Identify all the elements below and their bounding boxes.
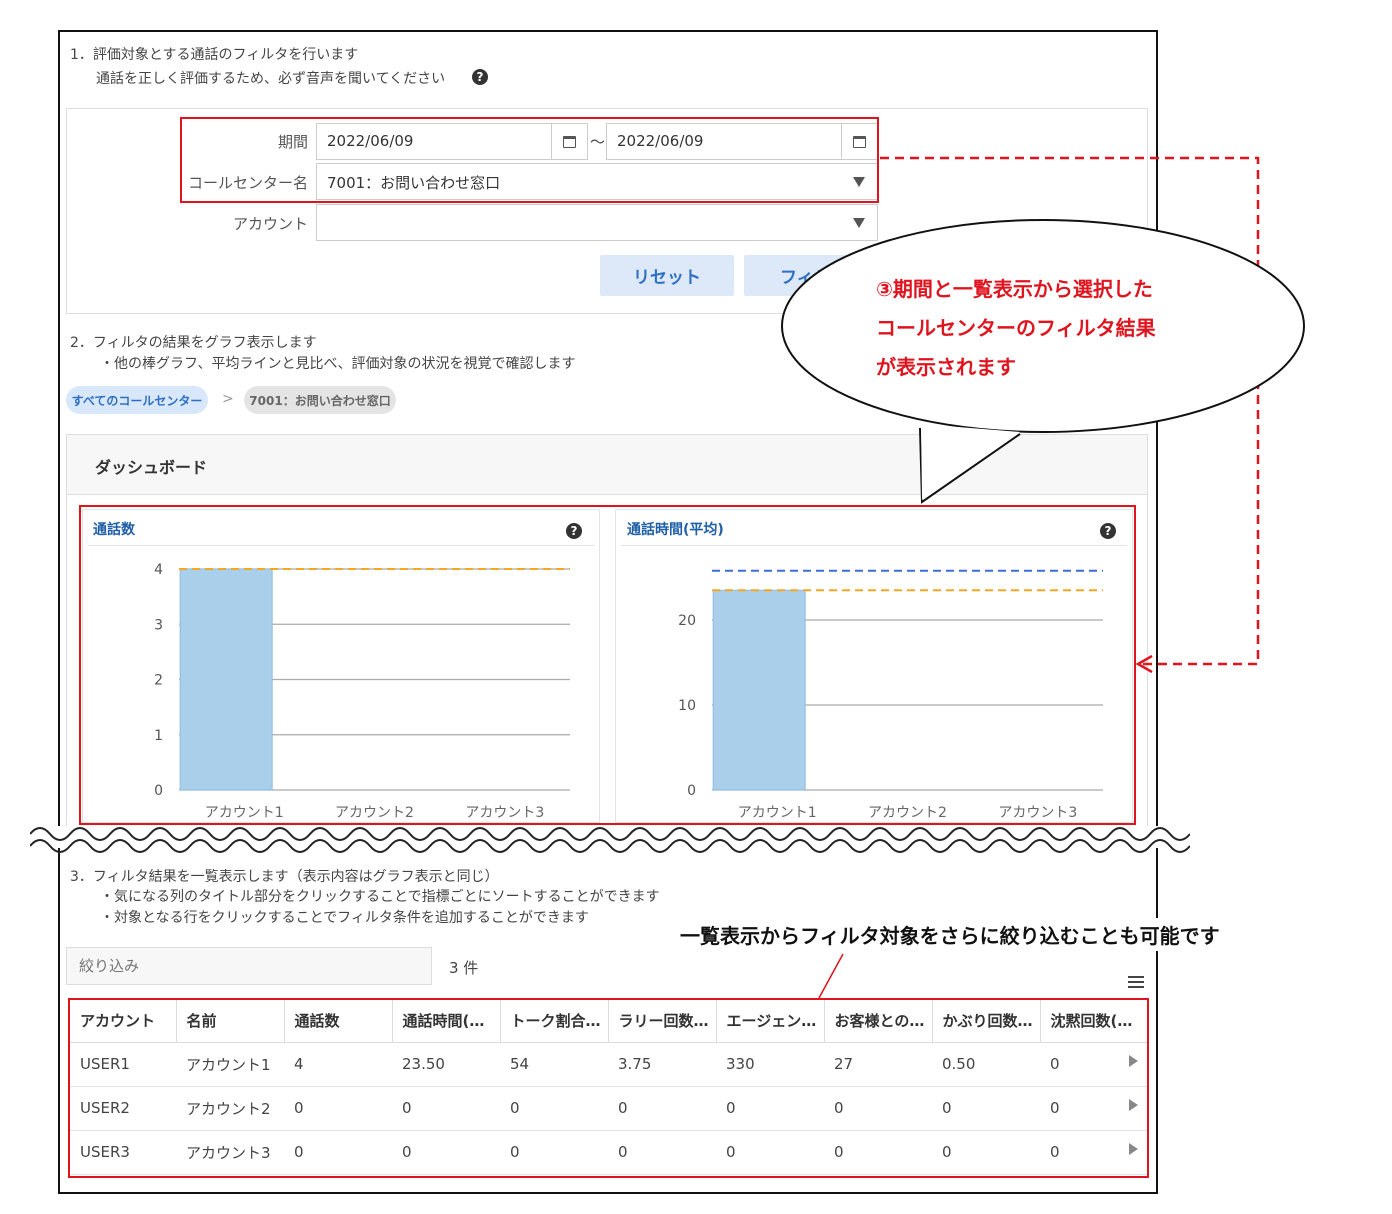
search-input[interactable] [66, 947, 432, 985]
callout-line2: コールセンターのフィルタ結果 [876, 316, 1156, 340]
column-menu-icon[interactable] [1128, 976, 1144, 988]
section3-note2: ・対象となる行をクリックすることでフィルタ条件を追加することができます [100, 910, 589, 926]
reset-button[interactable]: リセット [600, 255, 734, 296]
section2-title: 2．フィルタの結果をグラフ表示します [70, 335, 317, 351]
section1-title: 1．評価対象とする通話のフィルタを行います [70, 47, 359, 63]
page-break-wave [30, 826, 1190, 853]
help-icon[interactable]: ? [472, 69, 488, 85]
callout-text: ③期間と一覧表示から選択した コールセンターのフィルタ結果 が表示されます [876, 270, 1156, 387]
account-label: アカウント [232, 215, 308, 233]
breadcrumb-separator: > [222, 391, 234, 407]
callout-line1: ③期間と一覧表示から選択した [876, 277, 1153, 301]
table-annotation: 一覧表示からフィルタ対象をさらに絞り込むことも可能です [672, 918, 1228, 951]
section1-note: 通話を正しく評価するため、必ず音声を聞いてください [96, 71, 446, 87]
dashboard-title: ダッシュボード [95, 458, 208, 477]
breadcrumb-all[interactable]: すべてのコールセンター [66, 386, 208, 414]
section3-title: 3．フィルタ結果を一覧表示します（表示内容はグラフ表示と同じ） [70, 869, 499, 885]
section2-note: ・他の棒グラフ、平均ラインと見比べ、評価対象の状況を視覚で確認します [100, 356, 576, 372]
annotation-pointer [818, 953, 844, 999]
filter-highlight-box [180, 117, 879, 203]
table-highlight-box [68, 998, 1149, 1178]
result-count: 3 件 [449, 959, 479, 977]
section3-note1: ・気になる列のタイトル部分をクリックすることで指標ごとにソートすることができます [100, 889, 660, 905]
callout-line3: が表示されます [876, 355, 1016, 379]
breadcrumb-current[interactable]: 7001：お問い合わせ窓口 [244, 386, 396, 414]
